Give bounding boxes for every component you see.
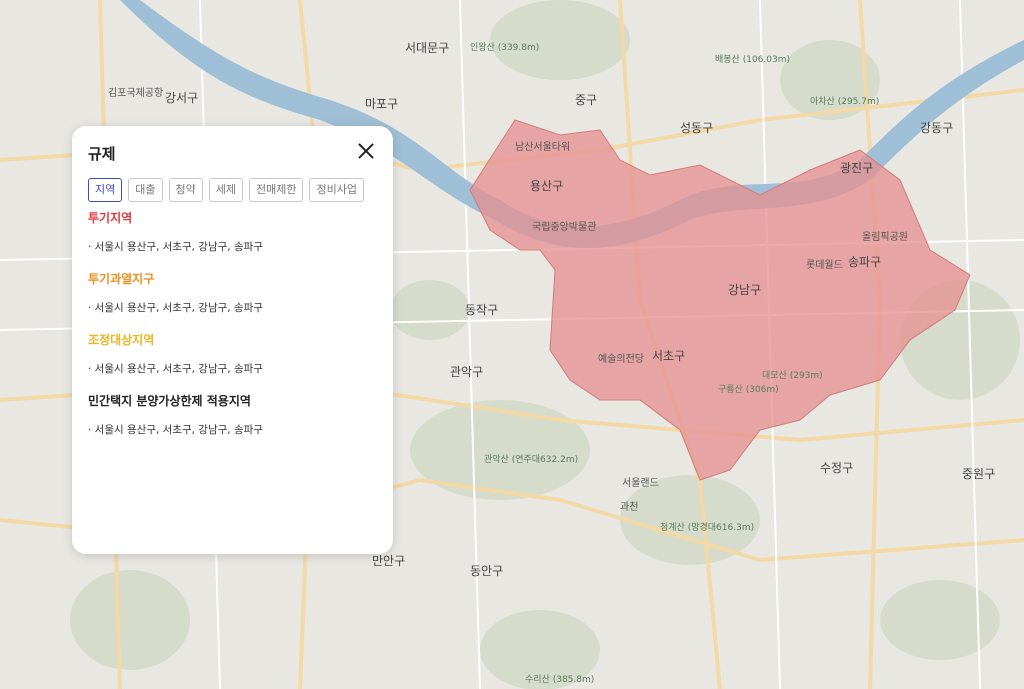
label-yongsan: 용산구 <box>530 179 563 193</box>
tab-resale-restriction[interactable]: 전매제한 <box>249 178 304 202</box>
label-museum: 국립중앙박물관 <box>532 220 596 233</box>
tab-loan[interactable]: 대출 <box>128 178 163 202</box>
label-dongjak: 동작구 <box>465 303 498 317</box>
label-gangnam: 강남구 <box>728 283 761 297</box>
regulation-sections: 투기지역 · 서울시 용산구, 서초구, 강남구, 송파구 투기과열지구 · 서… <box>88 209 378 453</box>
label-namsan: 남산서울타워 <box>515 140 570 153</box>
label-suri: 수리산 (385.8m) <box>525 674 594 685</box>
label-olympic: 올림픽공원 <box>862 231 908 243</box>
section-title-price-cap-zone: 민간택지 분양가상한제 적용지역 <box>88 394 251 408</box>
section-item-speculation-zone: · 서울시 용산구, 서초구, 강남구, 송파구 <box>88 241 263 253</box>
label-jungwon: 중원구 <box>962 467 995 481</box>
label-gangseo: 강서구 <box>165 91 198 105</box>
regulation-tabs: 지역 대출 청약 세제 전매제한 정비사업 <box>88 178 364 202</box>
label-sujeong: 수정구 <box>820 461 853 475</box>
regulation-panel: 규제 지역 대출 청약 세제 전매제한 정비사업 투기지역 · 서울시 용산구,… <box>72 126 393 554</box>
panel-title: 규제 <box>88 145 116 163</box>
label-daemo: 대모산 (293m) <box>762 370 823 381</box>
label-gwanaksan: 관악산 (연주대632.2m) <box>484 453 578 465</box>
label-mapo: 마포구 <box>365 97 398 111</box>
label-anyang: 만안구 <box>372 554 405 568</box>
label-gwanak: 관악구 <box>450 365 483 379</box>
section-item-price-cap-zone: · 서울시 용산구, 서초구, 강남구, 송파구 <box>88 424 263 436</box>
label-guryong: 구룡산 (306m) <box>718 384 779 395</box>
section-title-overheated-zone: 투기과열지구 <box>88 272 155 286</box>
label-gimpo: 김포국제공항 <box>108 87 163 99</box>
label-seongdong: 성동구 <box>680 121 713 135</box>
section-item-overheated-zone: · 서울시 용산구, 서초구, 강남구, 송파구 <box>88 302 263 314</box>
label-seoulland: 서울랜드 <box>622 477 659 489</box>
label-cheonggye: 청계산 (망경대616.3m) <box>660 521 754 533</box>
label-seodaemun: 서대문구 <box>405 41 449 55</box>
label-gwacheon: 과천 <box>620 501 638 513</box>
label-dongan: 동안구 <box>470 564 503 578</box>
label-baebong: 배봉산 (106.03m) <box>715 54 790 65</box>
label-jung: 중구 <box>575 93 597 107</box>
tab-tax[interactable]: 세제 <box>208 178 243 202</box>
section-title-speculation-zone: 투기지역 <box>88 211 133 225</box>
label-songpa: 송파구 <box>848 255 881 269</box>
label-achasan: 아차산 (295.7m) <box>810 95 879 107</box>
close-icon[interactable] <box>355 140 377 162</box>
tab-subscription[interactable]: 청약 <box>168 178 203 202</box>
tab-redevelopment[interactable]: 정비사업 <box>309 178 364 202</box>
label-gangdong: 강동구 <box>920 121 953 135</box>
section-item-adjustment-zone: · 서울시 용산구, 서초구, 강남구, 송파구 <box>88 363 263 375</box>
label-seocho: 서초구 <box>652 349 685 363</box>
label-lotte: 롯데월드 <box>806 259 843 271</box>
label-arts: 예술의전당 <box>598 353 644 365</box>
label-gwangjin: 광진구 <box>840 161 873 175</box>
label-inwang: 인왕산 (339.8m) <box>470 42 539 53</box>
section-title-adjustment-zone: 조정대상지역 <box>88 333 155 347</box>
tab-region[interactable]: 지역 <box>88 178 123 202</box>
